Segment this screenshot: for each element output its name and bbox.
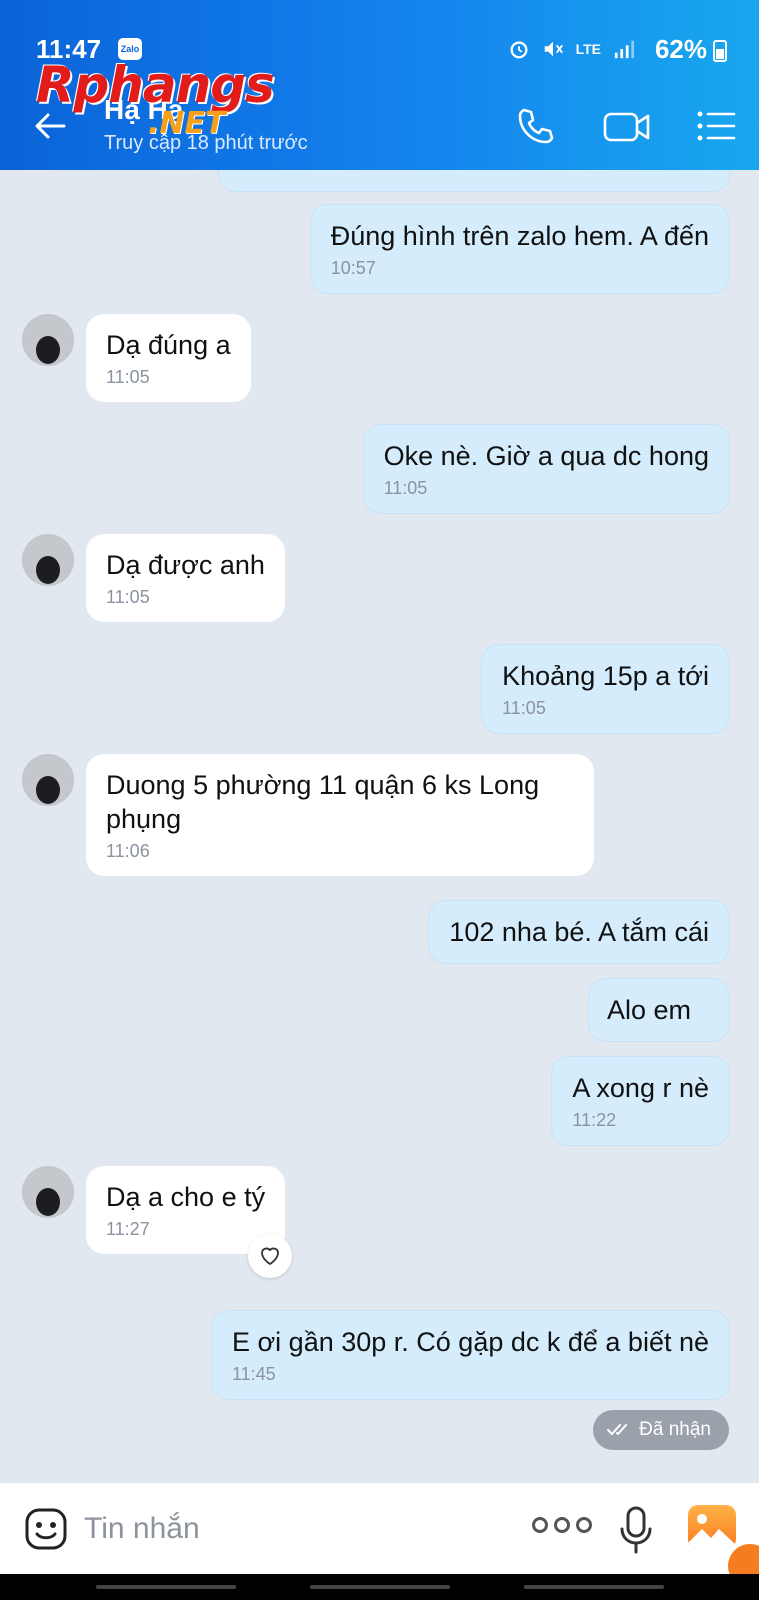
message-text: Duong 5 phường 11 quận 6 ks Long phụng (106, 770, 540, 834)
alarm-icon (510, 41, 528, 59)
battery-icon (713, 40, 727, 62)
video-call-icon[interactable] (602, 104, 652, 148)
message-input-bar (0, 1482, 759, 1574)
nav-pill (524, 1585, 664, 1589)
delivery-status-label: Đã nhận (639, 1419, 711, 1440)
message-bubble-outgoing[interactable]: Khoảng 15p a tới 11:05 (481, 644, 730, 734)
avatar[interactable] (22, 754, 74, 806)
avatar[interactable] (22, 534, 74, 586)
network-type: LTE (575, 41, 601, 57)
microphone-icon[interactable] (614, 1505, 658, 1555)
message-text: Dạ đúng a (106, 330, 231, 360)
double-check-icon (607, 1424, 628, 1435)
message-text: Alo em (606, 995, 691, 1025)
message-bubble-outgoing[interactable]: E ơi gần 30p r. Có gặp dc k để a biết nè… (210, 1310, 730, 1400)
message-time: 11:27 (106, 1219, 150, 1239)
message-bubble-outgoing[interactable]: 102 nha bé. A tắm cái (428, 900, 730, 964)
message-bubble-outgoing[interactable]: Đúng hình trên zalo hem. A đến 10:57 (309, 204, 730, 294)
message-time: 10:57 (330, 258, 376, 278)
avatar[interactable] (22, 1166, 74, 1218)
message-bubble-outgoing[interactable]: Oke nè. Giờ a qua dc hong 11:05 (362, 424, 730, 514)
system-navigation-bar (0, 1574, 759, 1600)
chat-header: 11:47 Zalo LTE 62% Hạ Hạ Truy cập 18 phú… (0, 0, 759, 170)
watermark-logo: Rphangs (36, 56, 275, 114)
menu-icon[interactable] (694, 104, 738, 148)
message-bubble-outgoing[interactable]: Alo em (587, 978, 730, 1042)
message-text: E ơi gần 30p r. Có gặp dc k để a biết nè (231, 1327, 709, 1357)
phone-icon[interactable] (514, 104, 558, 148)
message-time: 11:06 (106, 841, 150, 861)
status-icons: LTE (508, 38, 635, 60)
message-text: Khoảng 15p a tới (502, 661, 709, 691)
react-heart-button[interactable] (248, 1234, 292, 1278)
avatar[interactable] (22, 314, 74, 366)
message-bubble-partial (218, 170, 730, 192)
message-bubble-incoming[interactable]: Dạ đúng a 11:05 (86, 314, 251, 402)
message-bubble-incoming[interactable]: Dạ được anh 11:05 (86, 534, 285, 622)
sticker-icon[interactable] (24, 1507, 68, 1551)
message-time: 11:05 (106, 367, 150, 387)
gallery-icon[interactable] (688, 1505, 736, 1549)
message-text: Dạ a cho e tý (106, 1182, 266, 1212)
message-time: 11:22 (572, 1110, 617, 1130)
message-text: A xong r nè (572, 1073, 709, 1103)
more-icon[interactable] (532, 1517, 592, 1533)
message-bubble-outgoing[interactable]: A xong r nè 11:22 (551, 1056, 730, 1146)
message-text: Oke nè. Giờ a qua dc hong (383, 441, 709, 471)
message-input[interactable] (84, 1503, 504, 1555)
message-time: 11:45 (231, 1364, 276, 1384)
message-time: 11:05 (502, 698, 546, 718)
battery-percentage: 62% (654, 34, 707, 64)
nav-pill (310, 1585, 450, 1589)
mute-icon (544, 41, 563, 57)
message-bubble-incoming[interactable]: Duong 5 phường 11 quận 6 ks Long phụng 1… (86, 754, 594, 876)
delivery-status-badge: Đã nhận (593, 1410, 729, 1450)
message-text: Đúng hình trên zalo hem. A đến (330, 221, 709, 251)
watermark-logo-suffix: .NET (148, 106, 226, 141)
message-time: 11:05 (106, 587, 150, 607)
nav-pill (96, 1585, 236, 1589)
message-time: 11:05 (383, 478, 428, 498)
message-text: Dạ được anh (106, 550, 265, 580)
message-text: 102 nha bé. A tắm cái (449, 917, 709, 947)
signal-icon (614, 40, 635, 59)
heart-icon (261, 1247, 279, 1265)
message-list[interactable]: Đúng hình trên zalo hem. A đến 10:57 Dạ … (0, 170, 759, 1482)
